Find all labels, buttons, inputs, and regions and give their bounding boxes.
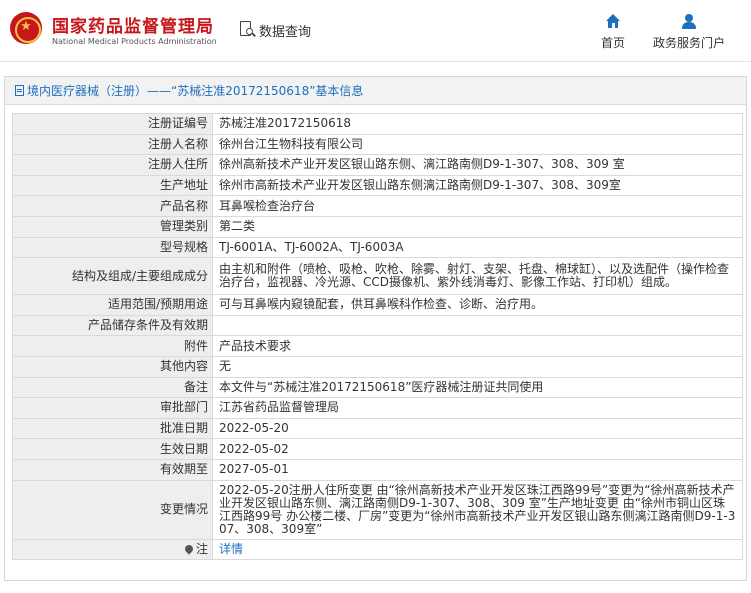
table-row: 生效日期 2022-05-02 xyxy=(12,438,743,460)
field-value: 徐州高新技术产业开发区银山路东侧、漓江路南侧D9-1-307、308、309 室 xyxy=(212,154,743,176)
field-label-text: 生产地址 xyxy=(159,178,208,193)
panel-header: 境内医疗器械（注册）——“苏械注准20172150618”基本信息 xyxy=(5,77,746,105)
field-label: 有效期至 xyxy=(12,458,213,481)
home-icon xyxy=(603,14,623,31)
table-row: 审批部门 江苏省药品监督管理局 xyxy=(12,397,743,419)
table-row: 注详情 xyxy=(12,538,743,561)
field-label-text: 产品储存条件及有效期 xyxy=(87,318,208,333)
nav-service-portal[interactable]: 政务服务门户 xyxy=(653,14,725,51)
field-value: 江苏省药品监督管理局 xyxy=(212,397,743,419)
nav-service-portal-label: 政务服务门户 xyxy=(653,36,726,50)
person-icon xyxy=(679,14,699,31)
field-value: 2022-05-02 xyxy=(212,438,743,460)
nav-home[interactable]: 首页 xyxy=(601,14,625,51)
pin-icon xyxy=(183,543,195,555)
field-label-text: 审批部门 xyxy=(159,400,208,415)
field-value: 无 xyxy=(212,355,743,378)
field-value: 耳鼻喉检查治疗台 xyxy=(212,195,743,217)
field-label-text: 附件 xyxy=(183,338,208,353)
field-label-text: 产品名称 xyxy=(159,198,208,213)
document-icon xyxy=(15,85,24,96)
table-row: 结构及组成/主要组成成分 由主机和附件（喷枪、吸枪、吹枪、除雾、射灯、支架、托盘、… xyxy=(12,257,743,296)
detail-panel: 境内医疗器械（注册）——“苏械注准20172150618”基本信息 注册证编号苏… xyxy=(4,76,747,581)
field-label: 管理类别 xyxy=(12,215,213,238)
field-value: 本文件与“苏械注准20172150618”医疗器械注册证共同使用 xyxy=(212,376,743,399)
field-label: 注册证编号 xyxy=(12,113,213,135)
data-query-link[interactable]: 数据查询 xyxy=(240,20,311,40)
table-row: 适用范围/预期用途 可与耳鼻喉内窥镜配套，供耳鼻喉科作检查、诊断、治疗用。 xyxy=(12,294,743,316)
field-label-text: 注 xyxy=(195,541,208,556)
field-label-text: 注册人住所 xyxy=(147,157,208,172)
info-table: 注册证编号 苏械注准20172150618 注册人名称 徐州台江生物科技有限公司 注册人… xyxy=(12,113,743,561)
field-value: 2022-05-20注册人住所变更 由“徐州高新技术产业开发区珠江西路99号”变… xyxy=(212,479,743,540)
field-value: TJ-6001A、TJ-6002A、TJ-6003A xyxy=(212,236,743,259)
field-value: 第二类 xyxy=(212,215,743,238)
site-subtitle: National Medical Products Administration xyxy=(52,37,217,46)
field-label: 注 xyxy=(12,538,213,561)
table-row: 注册证编号 苏械注准20172150618 xyxy=(12,113,743,135)
field-label: 备注 xyxy=(12,376,213,399)
table-row: 管理类别 第二类 xyxy=(12,215,743,238)
field-value: 由主机和附件（喷枪、吸枪、吹枪、除雾、射灯、支架、托盘、棉球缸）、以及选配件（操… xyxy=(212,257,743,296)
field-label-text: 备注 xyxy=(183,379,208,394)
table-row: 有效期至 2027-05-01 xyxy=(12,458,743,481)
nmpa-emblem-icon[interactable] xyxy=(10,12,42,44)
table-row: 其他内容无 xyxy=(12,355,743,378)
field-value: 徐州市高新技术产业开发区银山路东侧漓江路南侧D9-1-307、308、309室 xyxy=(212,174,743,197)
field-label: 生效日期 xyxy=(12,438,213,460)
field-label-text: 其他内容 xyxy=(159,359,208,374)
field-value: 产品技术要求 xyxy=(212,335,743,357)
data-query-label: 数据查询 xyxy=(259,24,312,40)
panel-title: 境内医疗器械（注册）——“苏械注准20172150618”基本信息 xyxy=(27,84,364,98)
table-row: 生产地址 徐州市高新技术产业开发区银山路东侧漓江路南侧D9-1-307、308、3… xyxy=(12,174,743,197)
field-label-text: 型号规格 xyxy=(159,239,208,254)
field-label-text: 变更情况 xyxy=(159,502,208,516)
field-label-text: 结构及组成/主要组成成分 xyxy=(71,268,208,283)
table-row: 产品储存条件及有效期 xyxy=(12,314,743,337)
nav-home-label: 首页 xyxy=(601,36,626,50)
field-label-text: 注册证编号 xyxy=(147,116,208,131)
field-label-text: 适用范围/预期用途 xyxy=(107,297,208,312)
table-row: 产品名称 耳鼻喉检查治疗台 xyxy=(12,195,743,217)
field-label-text: 生效日期 xyxy=(159,441,208,456)
table-row: 注册人住所 徐州高新技术产业开发区银山路东侧、漓江路南侧D9-1-307、308、… xyxy=(12,154,743,176)
field-value xyxy=(212,314,743,337)
field-label: 其他内容 xyxy=(12,355,213,378)
field-label-text: 管理类别 xyxy=(159,219,208,234)
field-label: 适用范围/预期用途 xyxy=(12,294,213,316)
table-row: 批准日期 2022-05-20 xyxy=(12,417,743,440)
field-label: 附件 xyxy=(12,335,213,357)
field-label: 注册人名称 xyxy=(12,133,213,156)
table-row: 备注 本文件与“苏械注准20172150618”医疗器械注册证共同使用 xyxy=(12,376,743,399)
field-label-text: 批准日期 xyxy=(159,421,208,436)
field-label-text: 有效期至 xyxy=(159,462,208,477)
field-label: 型号规格 xyxy=(12,236,213,259)
field-value: 苏械注准20172150618 xyxy=(212,113,743,135)
field-label: 产品储存条件及有效期 xyxy=(12,314,213,337)
site-header: 国家药品监督管理局 National Medical Products Admi… xyxy=(0,0,751,62)
field-value: 徐州台江生物科技有限公司 xyxy=(212,133,743,156)
site-title[interactable]: 国家药品监督管理局 xyxy=(52,12,214,37)
field-value: 2022-05-20 xyxy=(212,417,743,440)
field-label-text: 注册人名称 xyxy=(147,136,208,151)
table-row: 型号规格 TJ-6001A、TJ-6002A、TJ-6003A xyxy=(12,236,743,259)
field-label: 注册人住所 xyxy=(12,154,213,176)
table-row: 变更情况 2022-05-20注册人住所变更 由“徐州高新技术产业开发区珠江西路9… xyxy=(12,479,743,540)
table-row: 注册人名称 徐州台江生物科技有限公司 xyxy=(12,133,743,156)
field-value: 2027-05-01 xyxy=(212,458,743,481)
field-label: 结构及组成/主要组成成分 xyxy=(12,257,213,296)
field-label: 生产地址 xyxy=(12,174,213,197)
field-label: 变更情况 xyxy=(12,479,213,540)
field-label: 审批部门 xyxy=(12,397,213,419)
document-search-icon xyxy=(240,21,256,39)
field-label: 批准日期 xyxy=(12,417,213,440)
details-link[interactable]: 详情 xyxy=(212,538,743,561)
table-row: 附件 产品技术要求 xyxy=(12,335,743,357)
field-value: 可与耳鼻喉内窥镜配套，供耳鼻喉科作检查、诊断、治疗用。 xyxy=(212,294,743,316)
field-label: 产品名称 xyxy=(12,195,213,217)
